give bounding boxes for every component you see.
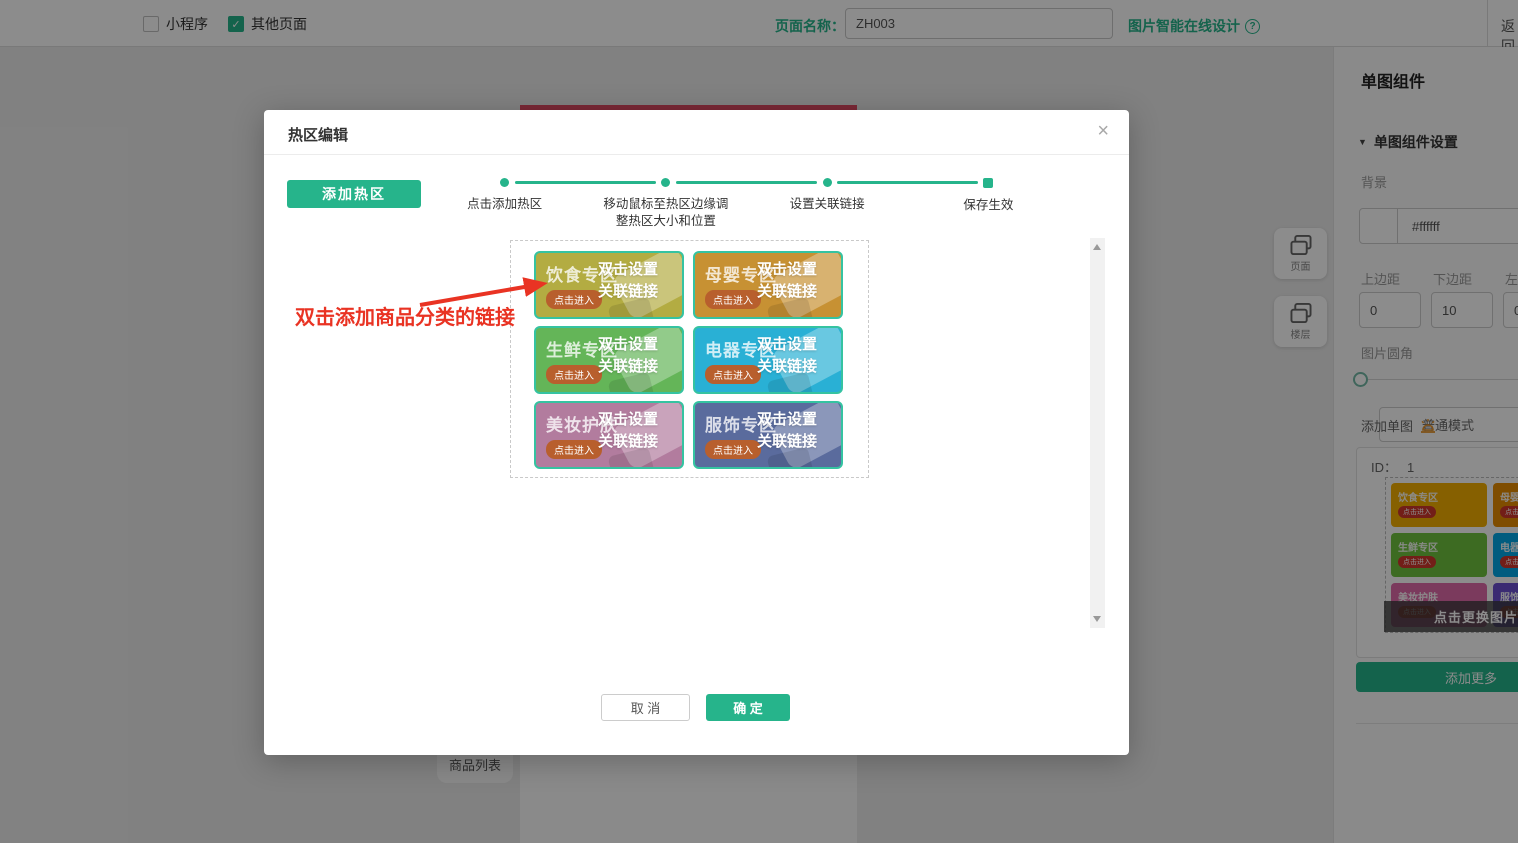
tile-badge: 点击进入 bbox=[705, 365, 761, 384]
modal-title: 热区编辑 bbox=[288, 124, 348, 145]
tile-overlay-text: 双击设置 关联链接 bbox=[598, 334, 658, 378]
tile-badge: 点击进入 bbox=[705, 290, 761, 309]
tile-badge: 点击进入 bbox=[705, 440, 761, 459]
confirm-button[interactable]: 确 定 bbox=[706, 694, 790, 721]
add-hotspot-button[interactable]: 添加热区 bbox=[287, 180, 421, 208]
step-dot-icon bbox=[823, 178, 832, 187]
hotspot-stepper: 点击添加热区 移动鼠标至热区边缘调整热区大小和位置 设置关联链接 保存生效 bbox=[424, 178, 1069, 230]
step-4: 保存生效 bbox=[908, 178, 1069, 230]
hotspot-tile-clothes[interactable]: 服饰专区 点击进入 双击设置 关联链接 bbox=[693, 401, 843, 469]
scroll-down-icon[interactable] bbox=[1093, 616, 1101, 622]
tile-overlay-text: 双击设置 关联链接 bbox=[598, 259, 658, 303]
hotspot-tile-fresh[interactable]: 生鲜专区 点击进入 双击设置 关联链接 bbox=[534, 326, 684, 394]
scroll-up-icon[interactable] bbox=[1093, 244, 1101, 250]
hotspot-tile-appliance[interactable]: 电器专区 点击进入 双击设置 关联链接 bbox=[693, 326, 843, 394]
modal-scrollbar[interactable] bbox=[1090, 238, 1105, 628]
hotspot-tile-baby[interactable]: 母婴专区 点击进入 双击设置 关联链接 bbox=[693, 251, 843, 319]
tile-badge: 点击进入 bbox=[546, 440, 602, 459]
hotspot-edit-modal: 热区编辑 × 添加热区 点击添加热区 移动鼠标至热区边缘调整热区大小和位置 设置… bbox=[264, 110, 1129, 755]
step-2: 移动鼠标至热区边缘调整热区大小和位置 bbox=[585, 178, 746, 230]
tile-overlay-text: 双击设置 关联链接 bbox=[757, 259, 817, 303]
tile-overlay-text: 双击设置 关联链接 bbox=[598, 409, 658, 453]
hotspot-tile-food[interactable]: 饮食专区 点击进入 双击设置 关联链接 bbox=[534, 251, 684, 319]
close-icon[interactable]: × bbox=[1097, 120, 1109, 143]
hotspot-canvas[interactable]: 饮食专区 点击进入 双击设置 关联链接 母婴专区 点击进入 双击设置 关联链接 … bbox=[510, 240, 869, 478]
tile-badge: 点击进入 bbox=[546, 365, 602, 384]
modal-header: 热区编辑 × bbox=[264, 110, 1129, 155]
step-3: 设置关联链接 bbox=[747, 178, 908, 230]
cancel-button[interactable]: 取 消 bbox=[601, 694, 690, 721]
hotspot-tile-cosmetics[interactable]: 美妆护肤 点击进入 双击设置 关联链接 bbox=[534, 401, 684, 469]
step-dot-icon bbox=[983, 178, 993, 188]
step-dot-icon bbox=[661, 178, 670, 187]
step-1: 点击添加热区 bbox=[424, 178, 585, 230]
tile-overlay-text: 双击设置 关联链接 bbox=[757, 409, 817, 453]
annotation-text: 双击添加商品分类的链接 bbox=[295, 301, 515, 330]
tile-overlay-text: 双击设置 关联链接 bbox=[757, 334, 817, 378]
step-dot-icon bbox=[500, 178, 509, 187]
